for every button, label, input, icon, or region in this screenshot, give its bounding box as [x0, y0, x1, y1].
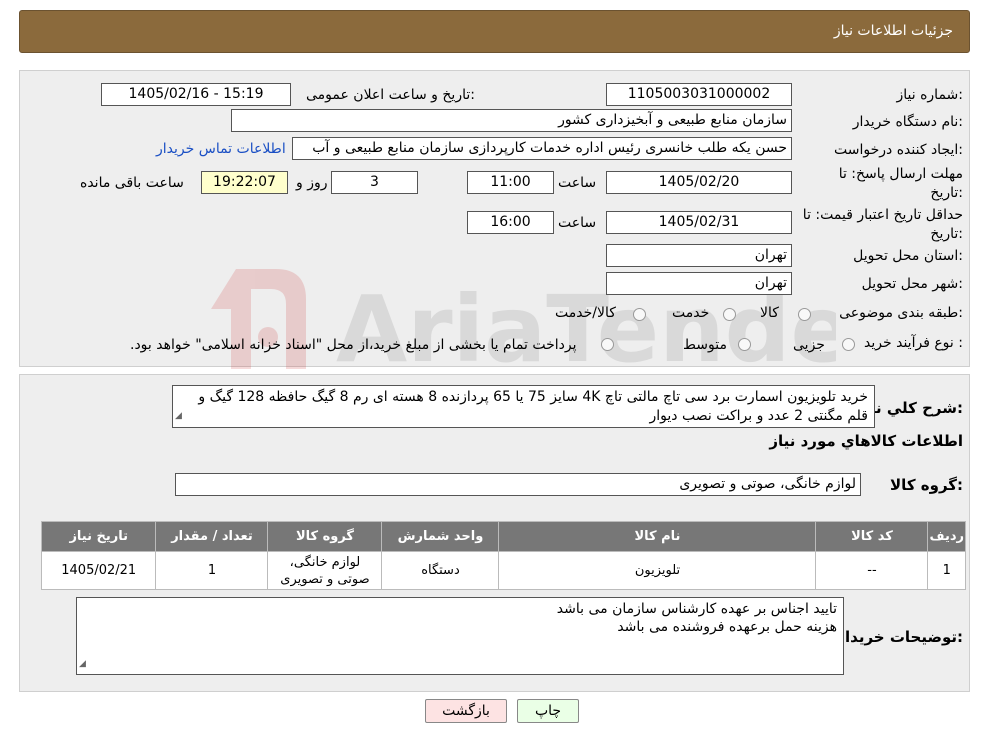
process-note: پرداخت تمام یا بخشی از مبلغ خرید،از محل …: [130, 337, 577, 353]
goods-group-field: لوازم خانگی، صوتی و تصویری: [175, 473, 861, 496]
col-row: رديف: [927, 521, 966, 552]
col-unit: واحد شمارش: [381, 521, 500, 552]
process-label: نوع فرآیند خرید :: [864, 335, 963, 351]
cell-unit: دستگاه: [381, 551, 500, 590]
process-radio-medium[interactable]: [738, 338, 751, 351]
category-radio-goods-service[interactable]: [633, 308, 646, 321]
col-qty: تعداد / مقدار: [155, 521, 269, 552]
validity-label: حداقل تاریخ اعتبار قیمت: تا تاریخ:: [802, 207, 963, 242]
details-panel: شرح کلي نياز: خرید تلویزیون اسمارت برد س…: [19, 374, 970, 692]
col-name: نام کالا: [498, 521, 817, 552]
goods-group-label: گروه کالا:: [890, 476, 963, 494]
category-label: طبقه بندی موضوعی:: [839, 305, 963, 321]
process-option-medium: متوسط: [683, 337, 727, 353]
buyer-org-field: سازمان منابع طبیعی و آبخیزداری کشور: [231, 109, 792, 132]
city-field: تهران: [606, 272, 792, 295]
resize-grip-icon[interactable]: ◢: [79, 655, 86, 673]
announce-label: تاریخ و ساعت اعلان عمومی:: [306, 87, 475, 103]
remaining-time-field: 19:22:07: [201, 171, 288, 194]
cell-qty: 1: [155, 551, 269, 590]
buyer-notes-label: توضيحات خريدار:: [836, 628, 963, 646]
cell-date: 1405/02/21: [40, 551, 157, 590]
page-header: جزئیات اطلاعات نیاز: [19, 10, 970, 53]
goods-table: رديف کد کالا نام کالا واحد شمارش گروه کا…: [40, 521, 966, 590]
deadline-time-field: 11:00: [467, 171, 554, 194]
buyer-contact-link[interactable]: اطلاعات تماس خریدار: [156, 141, 286, 157]
cell-name: تلویزیون: [498, 551, 817, 590]
category-option-goods-service: کالا/خدمت: [555, 305, 616, 321]
cell-code: --: [815, 551, 929, 590]
process-option-minor: جزیی: [793, 337, 825, 353]
resize-grip-icon[interactable]: ◢: [175, 407, 182, 426]
back-button[interactable]: بازگشت: [425, 699, 507, 723]
category-option-service: خدمت: [672, 305, 710, 321]
cell-row: 1: [927, 551, 966, 590]
buyer-note-line: تایید اجناس بر عهده کارشناس سازمان می با…: [556, 601, 837, 617]
buyer-org-label: نام دستگاه خریدار:: [852, 114, 963, 130]
col-date: تاريخ نياز: [40, 521, 157, 552]
need-number-field: 1105003031000002: [606, 83, 792, 106]
summary-textarea[interactable]: خرید تلویزیون اسمارت برد سی تاچ مالتی تا…: [172, 385, 875, 428]
category-radio-service[interactable]: [723, 308, 736, 321]
need-info-panel: AriaTender.neT شماره نیاز: 1105003031000…: [19, 70, 970, 383]
process-radio-treasury[interactable]: [601, 338, 614, 351]
validity-time-field: 16:00: [467, 211, 554, 234]
goods-info-title: اطلاعات کالاهاي مورد نياز: [769, 432, 963, 450]
creator-label: ایجاد کننده درخواست:: [834, 142, 963, 158]
category-radio-goods[interactable]: [798, 308, 811, 321]
col-code: کد کالا: [815, 521, 929, 552]
summary-text: خرید تلویزیون اسمارت برد سی تاچ مالتی تا…: [198, 389, 868, 424]
days-label: روز و: [296, 175, 328, 191]
process-radio-minor[interactable]: [842, 338, 855, 351]
days-field: 3: [331, 171, 418, 194]
watermark-logo: AriaTender.neT: [211, 269, 836, 383]
deadline-date-field: 1405/02/20: [606, 171, 792, 194]
table-header-row: رديف کد کالا نام کالا واحد شمارش گروه کا…: [40, 521, 966, 552]
print-button[interactable]: چاپ: [517, 699, 579, 723]
deadline-label: مهلت ارسال پاسخ: تا تاریخ:: [838, 166, 963, 201]
buyer-notes-textarea[interactable]: تایید اجناس بر عهده کارشناس سازمان می با…: [76, 597, 844, 675]
validity-date-field: 1405/02/31: [606, 211, 792, 234]
remaining-label: ساعت باقی مانده: [80, 175, 184, 191]
validity-time-label: ساعت: [558, 215, 597, 231]
buyer-note-line: هزینه حمل برعهده فروشنده می باشد: [617, 619, 837, 635]
need-number-label: شماره نیاز:: [896, 87, 963, 103]
creator-field: حسن یکه طلب خانسری رئیس اداره خدمات کارپ…: [292, 137, 792, 160]
deadline-time-label: ساعت: [558, 175, 597, 191]
announce-datetime-field: 1405/02/16 - 15:19: [101, 83, 291, 106]
cell-group: لوازم خانگی، صوتی و تصویری: [267, 551, 383, 590]
table-row: 1 -- تلویزیون دستگاه لوازم خانگی، صوتی و…: [40, 551, 966, 590]
province-field: تهران: [606, 244, 792, 267]
page-title: جزئیات اطلاعات نیاز: [833, 23, 953, 39]
province-label: استان محل تحویل:: [853, 248, 963, 264]
col-group: گروه کالا: [267, 521, 383, 552]
category-option-goods: کالا: [760, 305, 779, 321]
city-label: شهر محل تحویل:: [861, 276, 963, 292]
